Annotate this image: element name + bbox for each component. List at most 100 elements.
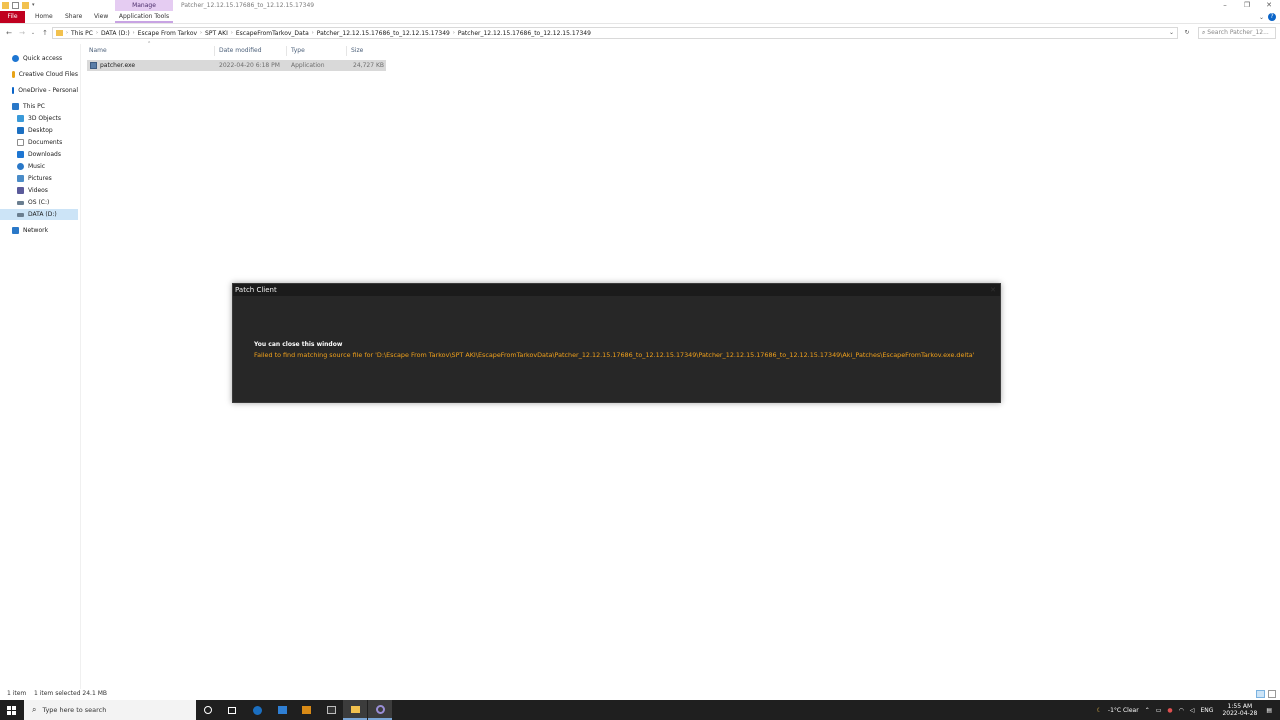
properties-icon[interactable]: [12, 2, 19, 9]
weather-text[interactable]: -1°C Clear: [1108, 707, 1139, 714]
sidebar-item-3d-objects[interactable]: 3D Objects: [0, 113, 78, 124]
tab-application-tools[interactable]: Application Tools: [115, 11, 173, 23]
escape-from-tarkov-icon[interactable]: [319, 700, 343, 720]
computer-icon: [12, 103, 19, 110]
breadcrumb-this-pc[interactable]: This PC: [68, 30, 96, 37]
close-button[interactable]: ✕: [1258, 0, 1280, 11]
navigation-bar: ← → ⌄ ↑ › This PC › DATA (D:) › Escape F…: [0, 25, 1280, 41]
app-icon-orange[interactable]: [294, 700, 318, 720]
sidebar-item-desktop[interactable]: Desktop: [0, 125, 78, 136]
new-folder-icon[interactable]: [22, 2, 29, 9]
column-separator[interactable]: [286, 46, 287, 56]
details-view-icon[interactable]: [1256, 690, 1265, 698]
file-size: 24,727 KB: [353, 62, 384, 69]
sidebar-item-documents[interactable]: Documents: [0, 137, 78, 148]
file-date-modified: 2022-04-20 6:18 PM: [219, 62, 280, 69]
cloud-icon: [12, 71, 15, 78]
video-icon: [17, 187, 24, 194]
sidebar-item-creative-cloud[interactable]: Creative Cloud Files: [0, 69, 78, 80]
steam-icon[interactable]: [245, 700, 269, 720]
drive-icon: [17, 200, 24, 205]
network-icon[interactable]: ▭: [1156, 707, 1162, 714]
sidebar-item-quick-access[interactable]: Quick access: [0, 53, 78, 64]
tab-share[interactable]: Share: [59, 11, 88, 23]
star-icon: [12, 55, 19, 62]
sidebar-item-onedrive[interactable]: OneDrive - Personal: [0, 85, 78, 96]
clock-time: 1:55 AM: [1227, 703, 1253, 710]
breadcrumb-patcher-subfolder[interactable]: Patcher_12.12.15.17686_to_12.12.15.17349: [455, 30, 594, 37]
column-header-name[interactable]: Name: [89, 46, 107, 56]
start-button[interactable]: [0, 700, 23, 720]
window-controls: – ❐ ✕: [1214, 0, 1280, 11]
address-bar[interactable]: › This PC › DATA (D:) › Escape From Tark…: [52, 27, 1178, 39]
large-icons-view-icon[interactable]: [1268, 690, 1276, 698]
app-tray-icon[interactable]: ●: [1167, 707, 1172, 714]
back-arrow-icon[interactable]: ←: [4, 27, 14, 39]
picture-icon: [17, 175, 24, 182]
pane-divider[interactable]: [80, 44, 81, 689]
chevron-down-icon[interactable]: ▾: [32, 2, 39, 9]
table-row[interactable]: patcher.exe 2022-04-20 6:18 PM Applicati…: [87, 60, 386, 71]
breadcrumb-data-drive[interactable]: DATA (D:): [98, 30, 133, 37]
clock[interactable]: 1:55 AM 2022-04-28: [1222, 703, 1257, 717]
up-arrow-icon[interactable]: ↑: [40, 27, 50, 39]
sidebar-item-label: Quick access: [23, 55, 63, 62]
taskbar-search-box[interactable]: ⌕ Type here to search: [24, 700, 196, 720]
restore-button[interactable]: ❐: [1236, 0, 1258, 11]
expand-ribbon-icon[interactable]: ⌄: [1259, 14, 1264, 21]
breadcrumb-spt-aki[interactable]: SPT AKI: [202, 30, 231, 37]
search-input[interactable]: ⌕ Search Patcher_12...: [1198, 27, 1276, 39]
column-separator[interactable]: [346, 46, 347, 56]
chevron-up-icon[interactable]: ⌃: [1145, 707, 1150, 714]
sidebar-item-music[interactable]: Music: [0, 161, 78, 172]
sort-ascending-icon: ⌃: [147, 41, 152, 47]
column-separator[interactable]: [214, 46, 215, 56]
refresh-icon[interactable]: ↻: [1180, 27, 1194, 39]
wifi-icon[interactable]: ◠: [1179, 707, 1184, 714]
breadcrumb-patcher-folder[interactable]: Patcher_12.12.15.17686_to_12.12.15.17349: [314, 30, 453, 37]
dialog-close-icon[interactable]: ✕: [990, 284, 996, 296]
window-title: Patcher_12.12.15.17686_to_12.12.15.17349: [181, 2, 315, 9]
tab-home[interactable]: Home: [29, 11, 59, 23]
breadcrumb-escape-from-tarkov[interactable]: Escape From Tarkov: [135, 30, 200, 37]
taskbar-search-placeholder: Type here to search: [42, 706, 107, 714]
sidebar-item-videos[interactable]: Videos: [0, 185, 78, 196]
recent-chevron-icon[interactable]: ⌄: [28, 27, 38, 39]
sidebar-item-network[interactable]: Network: [0, 225, 78, 236]
file-type: Application: [291, 62, 325, 69]
store-icon[interactable]: [270, 700, 294, 720]
sidebar-item-os-drive[interactable]: OS (C:): [0, 197, 78, 208]
document-icon: [17, 139, 24, 146]
ribbon-right-controls: ⌄ ?: [1259, 13, 1276, 21]
cortana-icon[interactable]: [196, 700, 220, 720]
sidebar-item-pictures[interactable]: Pictures: [0, 173, 78, 184]
forward-arrow-icon[interactable]: →: [17, 27, 27, 39]
address-dropdown-icon[interactable]: ⌄: [1169, 28, 1174, 38]
quick-access-toolbar: ▾: [2, 1, 39, 10]
volume-icon[interactable]: ◁: [1190, 707, 1195, 714]
sidebar-item-this-pc[interactable]: This PC: [0, 101, 78, 112]
sidebar-item-label: Documents: [28, 139, 63, 146]
patch-client-icon[interactable]: [368, 700, 392, 720]
column-header-size[interactable]: Size: [351, 46, 363, 56]
manage-context-tab[interactable]: Manage: [115, 0, 173, 11]
dialog-title: Patch Client: [233, 284, 1000, 296]
column-header-date-modified[interactable]: Date modified: [219, 46, 262, 56]
help-icon[interactable]: ?: [1268, 13, 1276, 21]
task-view-icon[interactable]: [220, 700, 244, 720]
file-name: patcher.exe: [100, 62, 136, 69]
sidebar-item-data-drive[interactable]: DATA (D:): [0, 209, 78, 220]
breadcrumb-escapefromtarkov-data[interactable]: EscapeFromTarkov_Data: [233, 30, 312, 37]
tab-view[interactable]: View: [88, 11, 114, 23]
column-header-type[interactable]: Type: [291, 46, 305, 56]
sidebar-item-label: This PC: [23, 103, 45, 110]
notification-icon[interactable]: ▤: [1266, 707, 1272, 714]
minimize-button[interactable]: –: [1214, 0, 1236, 11]
sidebar-item-downloads[interactable]: Downloads: [0, 149, 78, 160]
network-icon: [12, 227, 19, 234]
file-explorer-icon[interactable]: [343, 700, 367, 720]
sidebar-item-label: DATA (D:): [28, 211, 57, 218]
language-indicator[interactable]: ENG: [1201, 707, 1214, 714]
taskbar: ⌕ Type here to search ☾ -1°C Clear ⌃ ▭ ●…: [0, 700, 1280, 720]
tab-file[interactable]: File: [0, 11, 25, 23]
